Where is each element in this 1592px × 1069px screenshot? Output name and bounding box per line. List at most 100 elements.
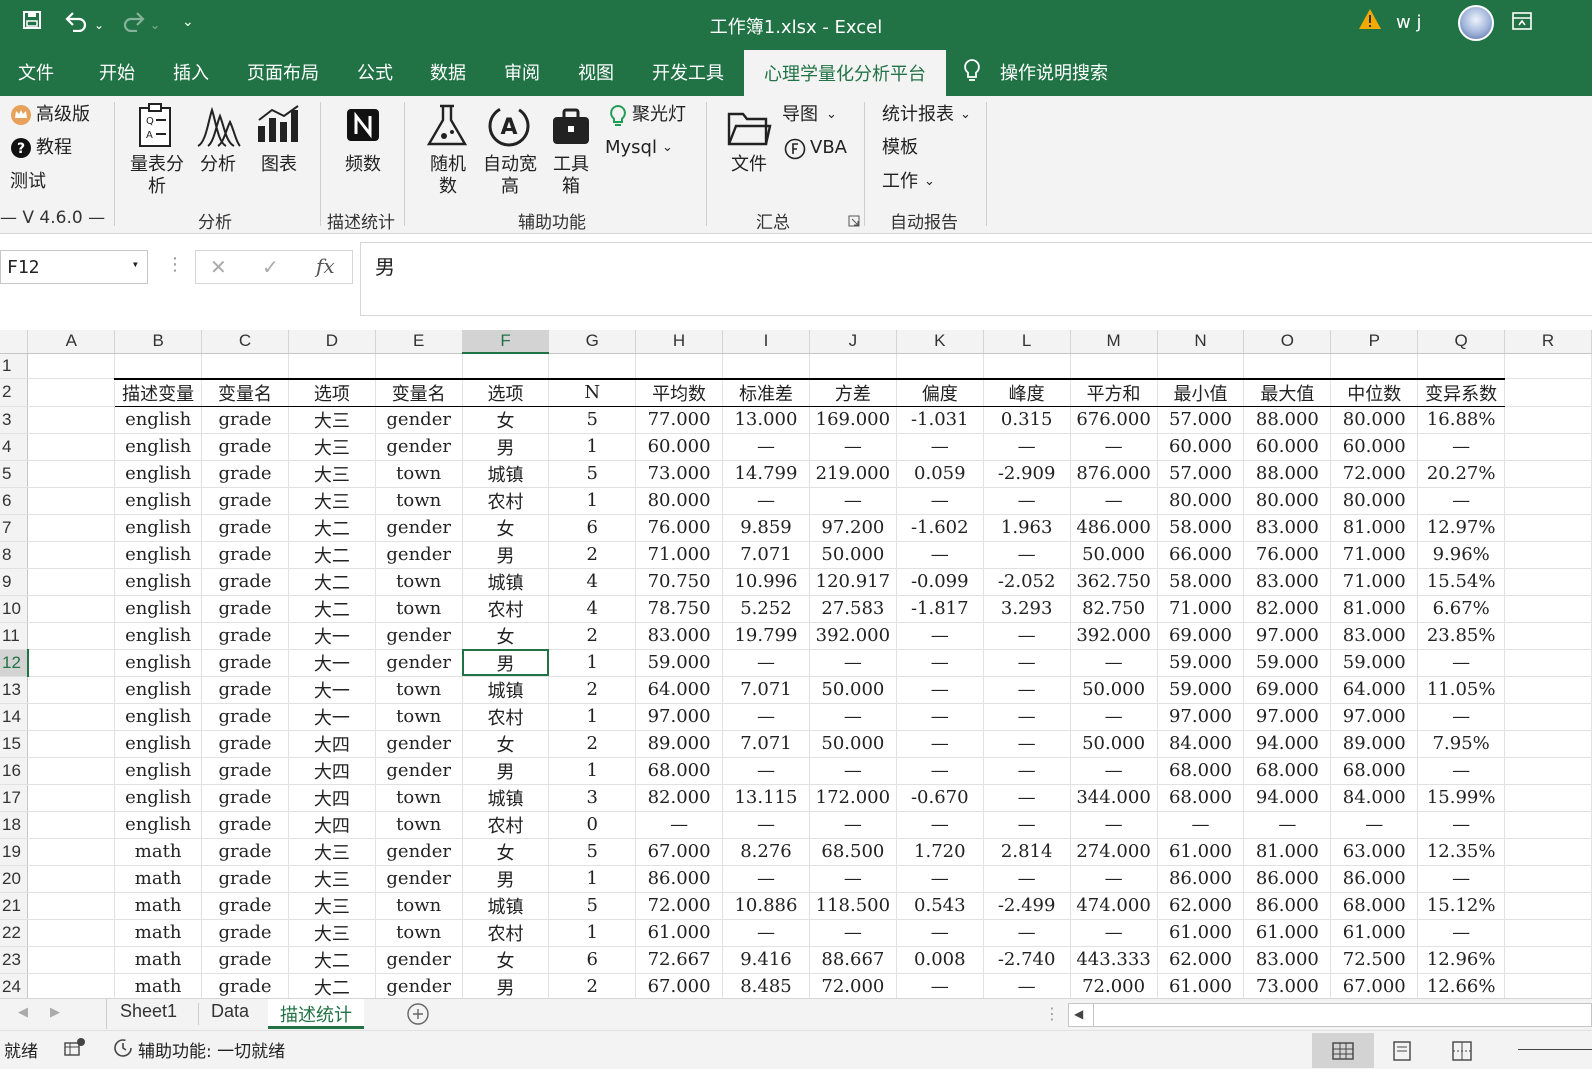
cell[interactable]: 60.000 [1330, 433, 1419, 461]
cell[interactable]: 59.000 [635, 649, 724, 677]
cell[interactable] [1504, 676, 1592, 704]
cell[interactable]: gender [375, 730, 463, 758]
cell[interactable]: 农村 [462, 919, 550, 947]
cell[interactable]: 89.000 [635, 730, 724, 758]
cell[interactable]: gender [375, 433, 463, 461]
cell[interactable]: 女 [462, 622, 550, 650]
cell[interactable]: — [809, 703, 897, 731]
cell[interactable]: gender [375, 514, 463, 542]
cell[interactable]: 变异系数 [1417, 377, 1506, 407]
enter-icon[interactable]: ✓ [262, 255, 279, 279]
lightbulb-icon[interactable] [962, 58, 982, 89]
cell[interactable]: english [114, 757, 203, 785]
cell[interactable]: 农村 [462, 703, 550, 731]
cell[interactable]: 81.000 [1243, 838, 1332, 866]
cell[interactable]: — [1417, 919, 1506, 947]
cell[interactable]: 72.000 [1330, 460, 1419, 488]
cell[interactable]: english [114, 460, 203, 488]
cell[interactable]: 80.000 [1330, 406, 1419, 434]
cell[interactable]: english [114, 514, 203, 542]
cell[interactable]: 59.000 [1243, 649, 1332, 677]
cell[interactable]: 84.000 [1157, 730, 1245, 758]
warning-icon[interactable] [1358, 8, 1382, 35]
cell[interactable]: 13.000 [722, 406, 810, 434]
row-header[interactable]: 3 [0, 406, 29, 434]
cell[interactable]: — [635, 811, 724, 839]
cell[interactable]: 71.000 [1157, 595, 1245, 623]
horizontal-scrollbar[interactable]: ◀ [1068, 1003, 1592, 1027]
work-button[interactable]: 工作 [882, 171, 918, 193]
cell[interactable]: 大三 [288, 433, 376, 461]
cell[interactable]: 选项 [462, 377, 550, 407]
cell[interactable]: 描述变量 [114, 377, 203, 407]
cell[interactable] [1504, 353, 1592, 380]
cell[interactable] [27, 730, 116, 758]
cell[interactable]: -2.740 [983, 946, 1071, 974]
cell[interactable]: 8.276 [722, 838, 810, 866]
cell[interactable]: 9.859 [722, 514, 810, 542]
cell[interactable]: 2 [548, 676, 637, 704]
cell[interactable]: 城镇 [462, 460, 550, 488]
cell[interactable]: — [1070, 433, 1158, 461]
cell[interactable]: english [114, 568, 203, 596]
cell[interactable]: 474.000 [1070, 892, 1158, 920]
cell[interactable]: 97.000 [1330, 703, 1419, 731]
name-box-dropdown-icon[interactable]: ▾ [132, 257, 139, 271]
cell[interactable]: 61.000 [1157, 973, 1245, 998]
cell[interactable]: — [809, 649, 897, 677]
cell[interactable]: town [375, 460, 463, 488]
work-dropdown-icon[interactable]: ⌄ [924, 171, 935, 193]
cell[interactable]: grade [201, 676, 289, 704]
cell[interactable]: — [896, 487, 984, 515]
cell[interactable]: 变量名 [375, 377, 463, 407]
cell[interactable]: 67.000 [635, 973, 724, 998]
cell[interactable]: 97.000 [1243, 622, 1332, 650]
cell[interactable]: 68.000 [1157, 784, 1245, 812]
cell[interactable]: 61.000 [635, 919, 724, 947]
cell[interactable]: 86.000 [1157, 865, 1245, 893]
cell[interactable]: grade [201, 595, 289, 623]
cell[interactable]: 443.333 [1070, 946, 1158, 974]
row-header[interactable]: 11 [0, 622, 29, 650]
name-box[interactable]: F12 ▾ [0, 250, 148, 284]
cell[interactable] [27, 649, 116, 677]
cell[interactable]: 68.000 [1330, 757, 1419, 785]
cell[interactable]: grade [201, 487, 289, 515]
cell[interactable]: — [722, 811, 810, 839]
cell[interactable] [27, 784, 116, 812]
scroll-split-grip-icon[interactable]: ⋮ [1044, 1004, 1060, 1023]
cell[interactable]: — [983, 865, 1071, 893]
cell[interactable]: 男 [462, 433, 550, 461]
cell[interactable]: — [809, 433, 897, 461]
cell[interactable]: — [809, 865, 897, 893]
cell[interactable]: 83.000 [1330, 622, 1419, 650]
cell[interactable]: -2.499 [983, 892, 1071, 920]
cell[interactable]: — [1417, 811, 1506, 839]
cell[interactable]: 1 [548, 703, 637, 731]
cell[interactable]: math [114, 892, 203, 920]
cell[interactable]: 68.000 [1157, 757, 1245, 785]
cell[interactable]: 80.000 [635, 487, 724, 515]
cell[interactable]: 15.12% [1417, 892, 1506, 920]
cell[interactable] [1504, 487, 1592, 515]
cell[interactable]: 169.000 [809, 406, 897, 434]
cell[interactable]: — [809, 757, 897, 785]
cell[interactable] [27, 703, 116, 731]
cell[interactable]: 1 [548, 919, 637, 947]
cell[interactable] [27, 946, 116, 974]
cell[interactable]: 0.543 [896, 892, 984, 920]
row-header[interactable]: 7 [0, 514, 29, 542]
sheet-tab-sheet1[interactable]: Sheet1 [108, 999, 189, 1029]
row-header[interactable]: 5 [0, 460, 29, 488]
cell[interactable] [1504, 433, 1592, 461]
row-header[interactable]: 19 [0, 838, 29, 866]
column-header[interactable]: Q [1417, 330, 1506, 354]
cell[interactable]: town [375, 676, 463, 704]
cell[interactable]: 5.252 [722, 595, 810, 623]
cell[interactable]: 大四 [288, 757, 376, 785]
cell[interactable] [27, 973, 116, 998]
cell[interactable] [27, 865, 116, 893]
cell[interactable]: — [896, 622, 984, 650]
cell[interactable]: grade [201, 622, 289, 650]
cell[interactable]: 86.000 [1330, 865, 1419, 893]
